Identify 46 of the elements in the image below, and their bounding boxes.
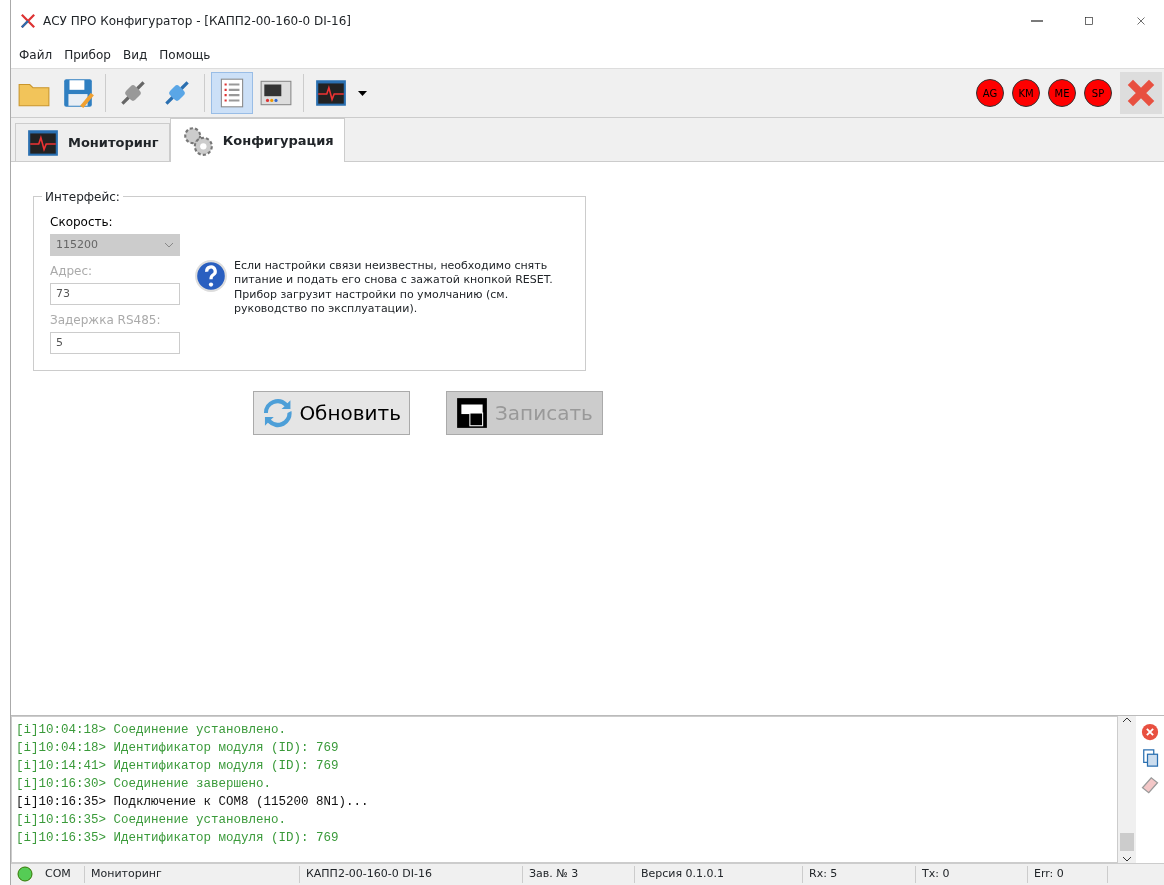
- status-indicator: AG: [976, 79, 1004, 107]
- log-line: [i]10:16:35> Соединение установлено.: [16, 812, 288, 829]
- group-title: Интерфейс:: [42, 188, 123, 206]
- copy-icon: [1140, 748, 1160, 768]
- log-line: [i]10:04:18> Соединение установлено.: [16, 722, 288, 739]
- tab[interactable]: Конфигурация: [169, 118, 345, 162]
- scroll-thumb[interactable]: [1120, 833, 1134, 851]
- tab[interactable]: Мониторинг: [15, 123, 170, 161]
- status-cell: КАПП2-00-160-0 DI-16: [300, 866, 523, 883]
- status-cell: Зав. № 3: [523, 866, 635, 883]
- action-button[interactable]: Обновить: [253, 391, 410, 435]
- menu-item[interactable]: Файл: [13, 44, 59, 66]
- scroll-up-icon[interactable]: [1122, 716, 1132, 724]
- menu-item[interactable]: Прибор: [58, 44, 117, 66]
- status-cell: Tx: 0: [916, 866, 1028, 883]
- close-button[interactable]: [1120, 72, 1162, 114]
- clear-icon: [1140, 722, 1160, 742]
- log-line: [i]10:16:30> Соединение завершено.: [16, 776, 273, 793]
- refresh-icon: [262, 396, 294, 430]
- help-icon: [194, 259, 228, 293]
- status-cell: Err: 0: [1028, 866, 1108, 883]
- log-line: [i]10:04:18> Идентификатор модуля (ID): 769: [16, 740, 340, 757]
- status-indicator: KM: [1012, 79, 1040, 107]
- status-cell: COM: [39, 866, 85, 883]
- window-title: АСУ ПРО Конфигуратор - [КАПП2-00-160-0 DI-16]: [43, 13, 353, 30]
- field-label: Скорость:: [50, 214, 114, 231]
- menu-item[interactable]: Вид: [116, 44, 154, 66]
- status-indicator: SP: [1084, 79, 1112, 107]
- scroll-down-icon[interactable]: [1122, 855, 1132, 863]
- hint-text: Если настройки связи неизвестны, необходимо снять питание и подать его снова с зажатой кнопкой RESET. Прибор загрузит настройки по умолчанию (см. руководство по эксплуатации).: [234, 259, 554, 317]
- window-icon: [455, 396, 489, 430]
- field-label: Задержка RS485:: [50, 312, 162, 329]
- chevron-icon: [164, 242, 174, 248]
- minimize-icon: [1031, 20, 1043, 23]
- log-line: [i]10:16:35> Идентификатор модуля (ID): 769: [16, 830, 340, 847]
- log-line: [i]10:14:41> Идентификатор модуля (ID): 769: [16, 758, 340, 775]
- status-cell: Версия 0.1.0.1: [635, 866, 803, 883]
- field-label: Адрес:: [50, 263, 94, 280]
- status-cell: Мониторинг: [85, 866, 300, 883]
- status-indicator: ME: [1048, 79, 1076, 107]
- eraser-icon: [1140, 774, 1160, 794]
- status-cell: Rx: 5: [803, 866, 916, 883]
- log-line: [i]10:16:35> Подключение к COM8 (115200 8N1)...: [16, 794, 370, 811]
- scrollbar[interactable]: [1118, 716, 1136, 863]
- tools-icon: [19, 12, 37, 30]
- menu-item[interactable]: Помощь: [153, 44, 217, 66]
